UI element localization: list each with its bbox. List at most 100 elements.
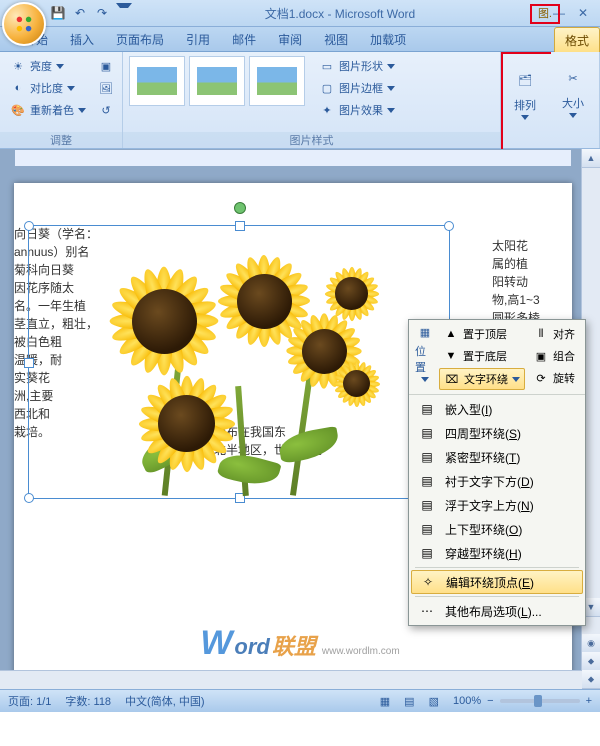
undo-icon[interactable]: ↶	[72, 5, 88, 21]
wrap-edit-points[interactable]: ✧编辑环绕顶点(E)	[411, 570, 583, 594]
wrap-topbottom[interactable]: ▤上下型环绕(O)	[411, 517, 583, 541]
view-web-icon[interactable]: ▧	[429, 695, 439, 708]
resize-handle-ml[interactable]	[24, 358, 34, 368]
send-back-button[interactable]: ▼置于底层	[439, 346, 525, 366]
resize-handle-tc[interactable]	[235, 221, 245, 231]
zoom-slider[interactable]	[500, 699, 580, 703]
wrap-more-label: 其他布局选项	[445, 605, 517, 619]
align-button[interactable]: ⫴对齐	[529, 324, 579, 344]
bring-front-button[interactable]: ▲置于顶层	[439, 324, 525, 344]
wrap-front[interactable]: ▤浮于文字上方(N)	[411, 493, 583, 517]
title-bar: 💾 ↶ ↷ 文档1.docx - Microsoft Word 图. — ✕	[0, 0, 600, 27]
office-button[interactable]	[2, 2, 46, 46]
wrap-square[interactable]: ▤四周型环绕(S)	[411, 421, 583, 445]
status-page[interactable]: 页面: 1/1	[8, 693, 51, 709]
status-language[interactable]: 中文(简体, 中国)	[125, 693, 204, 709]
watermark-cn: 联盟	[272, 629, 316, 661]
tab-review[interactable]: 审阅	[268, 27, 312, 51]
picture-effects-button[interactable]: ✦图片效果	[315, 100, 399, 120]
wrap-square-icon: ▤	[417, 423, 437, 443]
group-button[interactable]: ▣组合	[529, 346, 579, 366]
styles-gallery[interactable]	[129, 56, 305, 106]
contrast-label: 对比度	[30, 80, 63, 96]
browse-object-button[interactable]: ⬥	[582, 652, 600, 671]
wrap-behind[interactable]: ▤衬于文字下方(D)	[411, 469, 583, 493]
wrap-through[interactable]: ▤穿越型环绕(H)	[411, 541, 583, 565]
align-icon: ⫴	[533, 326, 549, 342]
reset-picture-button[interactable]: ↺	[94, 100, 118, 120]
view-print-layout-icon[interactable]: ▦	[380, 695, 390, 708]
wrap-tight-label: 紧密型环绕	[445, 451, 505, 465]
sunflower-image[interactable]	[69, 236, 389, 486]
wrap-topbottom-icon: ▤	[417, 519, 437, 539]
rotate-handle[interactable]	[234, 202, 246, 214]
wrap-behind-label: 衬于文字下方	[445, 475, 517, 489]
effects-icon: ✦	[319, 102, 335, 118]
tab-mail[interactable]: 邮件	[222, 27, 266, 51]
more-icon: ⋯	[417, 601, 437, 621]
wrap-tight[interactable]: ▤紧密型环绕(T)	[411, 445, 583, 469]
change-picture-button[interactable]: 🖼	[94, 78, 118, 98]
tab-insert[interactable]: 插入	[60, 27, 104, 51]
qat-dropdown-icon[interactable]	[116, 5, 132, 21]
resize-handle-tl[interactable]	[24, 221, 34, 231]
zoom-in-button[interactable]: +	[586, 695, 592, 707]
compress-button[interactable]: ▣	[94, 56, 118, 76]
close-button[interactable]: ✕	[572, 4, 594, 22]
brightness-button[interactable]: ☀亮度	[6, 56, 90, 76]
wrap-front-label: 浮于文字上方	[445, 499, 517, 513]
horizontal-ruler[interactable]	[14, 149, 572, 167]
recolor-button[interactable]: 🎨重新着色	[6, 100, 90, 120]
zoom-out-button[interactable]: −	[487, 695, 493, 707]
save-icon[interactable]: 💾	[50, 5, 66, 21]
watermark: Word联盟www.wordlm.com	[200, 624, 399, 663]
redo-icon[interactable]: ↷	[94, 5, 110, 21]
text-wrap-button[interactable]: ⌧文字环绕	[439, 368, 525, 390]
size-label: 大小	[562, 95, 584, 111]
position-button[interactable]: ▦ 位置	[415, 324, 435, 382]
front-icon: ▲	[443, 326, 459, 342]
wrap-more-options[interactable]: ⋯其他布局选项(L)...	[411, 599, 583, 623]
tab-view[interactable]: 视图	[314, 27, 358, 51]
picture-border-button[interactable]: ▢图片边框	[315, 78, 399, 98]
contrast-button[interactable]: ◐对比度	[6, 78, 90, 98]
style-preset-3[interactable]	[249, 56, 305, 106]
status-words[interactable]: 字数: 118	[65, 693, 111, 709]
wrap-square-label: 四周型环绕	[445, 427, 505, 441]
wrap-topbottom-label: 上下型环绕	[445, 523, 505, 537]
scroll-up-button[interactable]: ▲	[582, 149, 600, 168]
document-area: 向日葵（学名： annuus）别名 菊科向日葵 因花序随太 名。一年生植 茎直立…	[0, 149, 600, 689]
view-reading-icon[interactable]: ▤	[404, 695, 414, 708]
wrap-inline[interactable]: ▤嵌入型(I)	[411, 397, 583, 421]
prev-page-button[interactable]: ◉	[582, 634, 600, 653]
zoom-level[interactable]: 100%	[453, 695, 481, 707]
rotate-label: 旋转	[553, 370, 575, 386]
group-arrange: 🗂 排列	[501, 52, 551, 152]
picture-effects-label: 图片效果	[339, 102, 383, 118]
picture-shape-button[interactable]: ▭图片形状	[315, 56, 399, 76]
wrap-inline-label: 嵌入型	[445, 403, 481, 417]
tab-references[interactable]: 引用	[176, 27, 220, 51]
resize-handle-tr[interactable]	[444, 221, 454, 231]
tab-format[interactable]: 格式	[554, 27, 600, 52]
next-page-button[interactable]: ⬥	[582, 670, 600, 689]
resize-handle-bl[interactable]	[24, 493, 34, 503]
group-adjust: ☀亮度 ◐对比度 🎨重新着色 ▣ 🖼 ↺ 调整	[0, 52, 123, 148]
size-button[interactable]: ✂ 大小	[551, 52, 595, 130]
tab-addins[interactable]: 加载项	[360, 27, 416, 51]
arrange-button[interactable]: 🗂 排列	[503, 54, 547, 132]
recolor-icon: 🎨	[10, 102, 26, 118]
wrap-icon: ⌧	[444, 371, 460, 387]
group-icon: ▣	[533, 348, 549, 364]
window-title: 文档1.docx - Microsoft Word	[132, 5, 548, 22]
tab-layout[interactable]: 页面布局	[106, 27, 174, 51]
rotate-button[interactable]: ⟳旋转	[529, 368, 579, 388]
bring-front-label: 置于顶层	[463, 326, 507, 342]
picture-selection-frame[interactable]	[28, 225, 450, 499]
zoom-thumb[interactable]	[534, 695, 542, 707]
style-preset-2[interactable]	[189, 56, 245, 106]
style-preset-1[interactable]	[129, 56, 185, 106]
arrange-label: 排列	[514, 97, 536, 113]
horizontal-scrollbar[interactable]	[0, 670, 582, 689]
status-bar: 页面: 1/1 字数: 118 中文(简体, 中国) ▦ ▤ ▧ 100% − …	[0, 689, 600, 712]
